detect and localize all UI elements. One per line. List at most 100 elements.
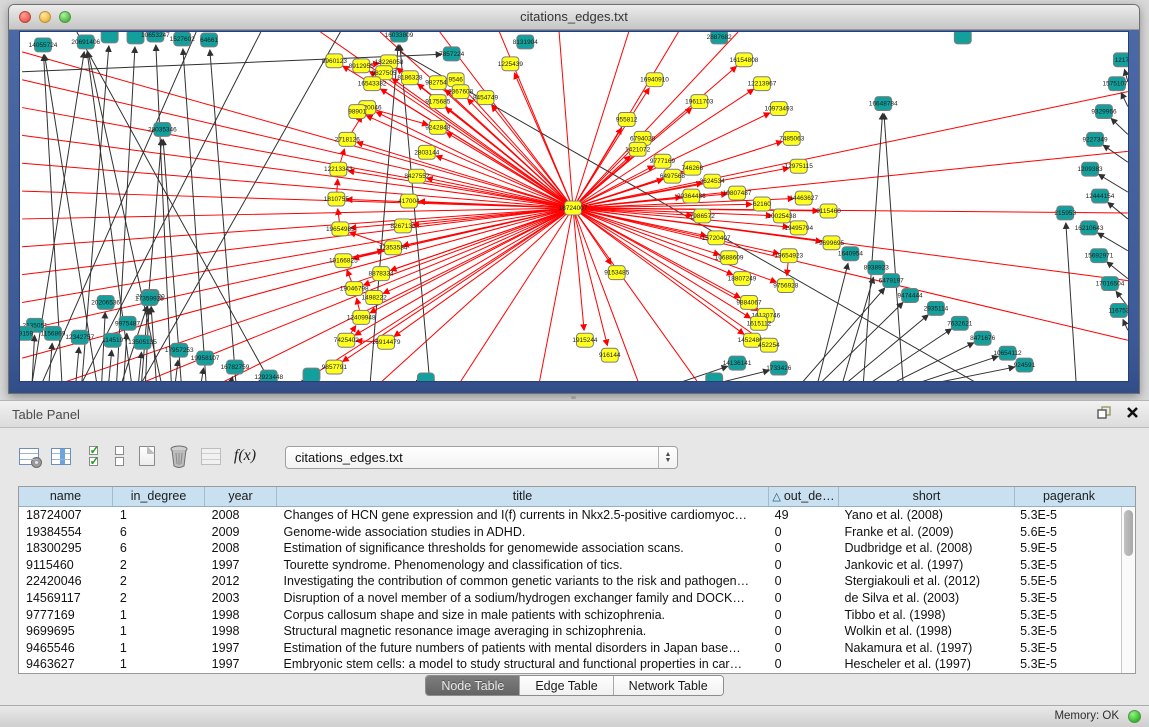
table-row[interactable]: 977716911998Corpus callosum shape and si…: [19, 607, 1121, 624]
window-titlebar[interactable]: citations_edges.txt: [9, 5, 1139, 30]
column-header-pagerank[interactable]: pagerank: [1015, 487, 1123, 506]
table-row[interactable]: 946554611997Estimation of the future num…: [19, 640, 1121, 657]
table-row[interactable]: 946362711997Embryonic stem cells: a mode…: [19, 656, 1121, 673]
graph-node[interactable]: 12213343: [324, 162, 353, 176]
unselect-all-columns-icon[interactable]: [106, 443, 132, 469]
graph-node[interactable]: 9777169: [650, 154, 676, 168]
graph-node[interactable]: 10653247: [141, 32, 170, 42]
function-builder-icon[interactable]: f(x): [232, 443, 258, 469]
graph-node[interactable]: 8878334: [369, 267, 395, 281]
graph-node[interactable]: 6479197: [879, 274, 905, 288]
graph-node[interactable]: 10688609: [715, 251, 744, 265]
graph-node[interactable]: 16210643: [1075, 221, 1104, 235]
graph-node[interactable]: 7986572: [690, 209, 716, 223]
graph-node[interactable]: [417, 373, 434, 382]
graph-node[interactable]: 7485063: [779, 131, 805, 145]
graph-node[interactable]: 1209383: [1078, 162, 1104, 176]
graph-node[interactable]: 9175685: [425, 95, 451, 109]
select-all-columns-icon[interactable]: [80, 443, 106, 469]
graph-node[interactable]: 452254: [758, 338, 780, 352]
graph-node[interactable]: 16940910: [640, 73, 669, 87]
graph-node[interactable]: 12353584: [379, 241, 408, 255]
graph-node[interactable]: 7632621: [947, 316, 973, 330]
graph-node[interactable]: [954, 32, 971, 44]
graph-node[interactable]: 39159: [20, 326, 34, 340]
table-select-dropdown[interactable]: citations_edges.txt ▲▼: [285, 446, 678, 469]
graph-node[interactable]: 8186328: [397, 71, 423, 85]
graph-node[interactable]: 14055724: [29, 38, 58, 52]
graph-node[interactable]: 8960123: [322, 54, 348, 68]
dropdown-stepper-icon[interactable]: ▲▼: [658, 447, 677, 468]
graph-node[interactable]: 10807487: [723, 186, 752, 200]
graph-node[interactable]: 19654923: [774, 249, 803, 263]
graph-node[interactable]: 2718126: [335, 132, 361, 146]
table-row[interactable]: 1872400712008Changes of HCN gene express…: [19, 507, 1121, 524]
graph-node[interactable]: 20691406: [71, 35, 100, 49]
column-header-title[interactable]: title: [277, 487, 769, 506]
graph-node[interactable]: 20364486: [677, 189, 706, 203]
column-header-short[interactable]: short: [839, 487, 1015, 506]
graph-node[interactable]: 8267130: [390, 219, 416, 233]
graph-node[interactable]: 9857791: [322, 360, 348, 374]
table-row[interactable]: 969969511998Structural magnetic resonanc…: [19, 623, 1121, 640]
splitter-grip[interactable]: [571, 396, 576, 399]
table-row[interactable]: 1938455462009Genome-wide association stu…: [19, 524, 1121, 541]
graph-node[interactable]: 8938923: [864, 261, 890, 275]
graph-node[interactable]: 15720407: [702, 231, 731, 245]
graph-node[interactable]: 9975487: [115, 316, 141, 330]
graph-node[interactable]: 746266: [682, 161, 704, 175]
graph-node[interactable]: 1640954: [838, 247, 864, 261]
graph-node[interactable]: 9756928: [773, 279, 799, 293]
scrollbar-thumb[interactable]: [1124, 510, 1133, 556]
graph-node[interactable]: 417004: [398, 194, 420, 208]
graph-node[interactable]: 9153485: [604, 266, 630, 280]
graph-node[interactable]: 28035346: [148, 122, 177, 136]
graph-node[interactable]: 15751074: [1103, 77, 1129, 91]
graph-node[interactable]: 1915244: [572, 333, 598, 347]
column-header-year[interactable]: year: [205, 487, 277, 506]
table-row[interactable]: 911546021997Tourette syndrome. Phenomeno…: [19, 557, 1121, 574]
graph-node[interactable]: 8471676: [970, 331, 996, 345]
graph-node[interactable]: 12975115: [785, 159, 814, 173]
graph-node[interactable]: 924591: [1014, 358, 1036, 372]
graph-node[interactable]: 16154808: [730, 53, 759, 67]
graph-node[interactable]: 9884067: [736, 295, 762, 309]
graph-node[interactable]: [706, 373, 723, 382]
delete-column-icon[interactable]: [166, 443, 192, 469]
graph-node[interactable]: 116753: [1108, 303, 1129, 317]
graph-node[interactable]: 64661: [200, 33, 218, 47]
graph-node[interactable]: 19046798: [340, 282, 369, 296]
graph-node[interactable]: 16782759: [221, 360, 250, 374]
show-columns-icon[interactable]: [48, 443, 74, 469]
graph-node[interactable]: 1225439: [498, 57, 524, 71]
graph-node[interactable]: 15692971: [1085, 249, 1114, 263]
table-row[interactable]: 2242004622012Investigating the contribut…: [19, 573, 1121, 590]
column-header-out_de[interactable]: △out_de…: [769, 487, 839, 506]
graph-node[interactable]: 62160: [753, 197, 771, 211]
table-settings-icon[interactable]: [16, 443, 42, 469]
graph-node[interactable]: 9227349: [1082, 132, 1108, 146]
table-row[interactable]: 1456911722003Disruption of a novel membe…: [19, 590, 1121, 607]
graph-node[interactable]: 9329966: [1091, 105, 1117, 119]
graph-node[interactable]: 2935114: [924, 301, 949, 315]
tab-edge-table[interactable]: Edge Table: [520, 676, 613, 695]
graph-node[interactable]: 1733426: [766, 361, 792, 375]
graph-node[interactable]: 8131904: [513, 35, 539, 49]
graph-node[interactable]: 98901: [348, 105, 366, 119]
graph-node[interactable]: 3624534: [700, 174, 726, 188]
vertical-scrollbar[interactable]: [1121, 507, 1135, 673]
graph-node[interactable]: 7857224: [439, 47, 465, 61]
graph-node[interactable]: 114519: [102, 333, 123, 347]
graph-node[interactable]: 8454749: [473, 91, 499, 105]
graph-node[interactable]: 19166825: [329, 254, 358, 268]
table-row[interactable]: 1830029562008Estimation of significance …: [19, 540, 1121, 557]
graph-node[interactable]: 16648784: [869, 97, 898, 111]
graph-node[interactable]: 16914479: [372, 335, 401, 349]
graph-node[interactable]: 20206536: [91, 295, 120, 309]
graph-node[interactable]: 12923448: [254, 370, 283, 382]
create-column-icon[interactable]: [134, 443, 160, 469]
float-panel-icon[interactable]: [1097, 406, 1112, 424]
tab-network-table[interactable]: Network Table: [614, 676, 723, 695]
graph-node[interactable]: 9115460: [816, 204, 841, 218]
graph-node[interactable]: [101, 32, 118, 43]
